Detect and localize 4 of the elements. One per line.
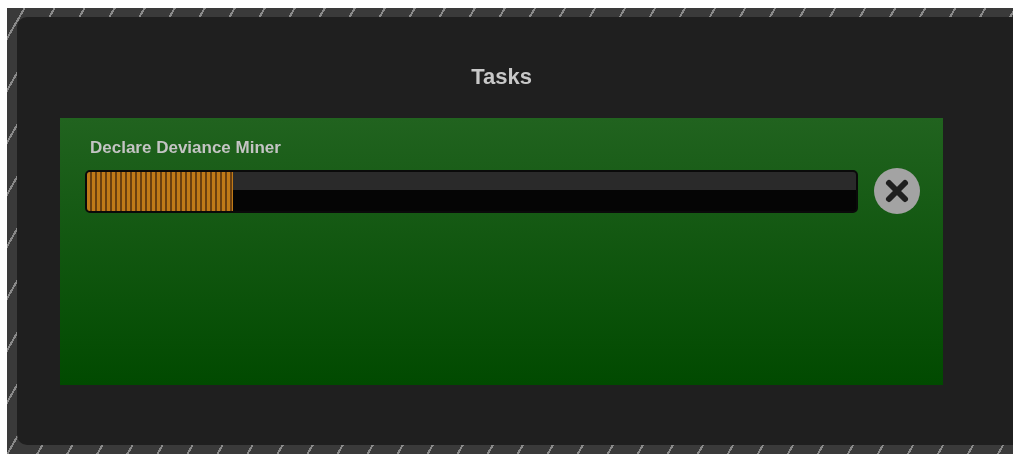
task-name: Declare Deviance Miner: [90, 138, 282, 158]
dialog-title: Tasks: [470, 63, 533, 91]
cancel-button[interactable]: [874, 168, 920, 214]
close-icon: [884, 178, 910, 204]
